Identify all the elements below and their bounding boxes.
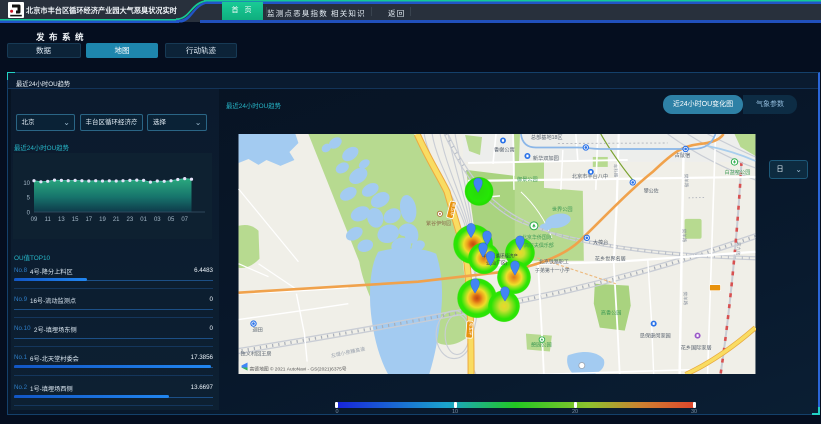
svg-text:北京铁路职工: 北京铁路职工 (539, 258, 569, 265)
svg-text:迴田: 迴田 (253, 325, 263, 333)
svg-text:高香公园: 高香公园 (601, 308, 622, 316)
svg-text:高德地图 © 2021 AutoNavi - GS(2021: 高德地图 © 2021 AutoNavi - GS(2021)6375号 (250, 365, 347, 372)
svg-text:御景公园: 御景公园 (517, 174, 538, 182)
svg-text:白盆窑公园: 白盆窑公园 (725, 167, 751, 175)
svg-text:总部基地18区: 总部基地18区 (531, 134, 563, 141)
svg-text:13: 13 (58, 217, 65, 223)
svg-text:新华双加园: 新华双加园 (533, 153, 559, 161)
svg-text:15: 15 (72, 217, 79, 223)
svg-text:香榭公寓: 香榭公寓 (494, 145, 515, 153)
svg-text:子弟第十一小学: 子弟第十一小学 (535, 267, 570, 274)
svg-text:独义村回王房: 独义村回王房 (241, 349, 272, 357)
svg-text:05: 05 (168, 217, 175, 223)
svg-text:花乡国际家居: 花乡国际家居 (681, 343, 712, 351)
svg-text:占鼠宿: 占鼠宿 (675, 150, 691, 158)
svg-text:21: 21 (113, 217, 120, 223)
svg-text:恳保康闵家园: 恳保康闵家园 (640, 331, 671, 339)
svg-text:高尔夫俱乐部: 高尔夫俱乐部 (524, 241, 554, 248)
svg-text:攀公佐: 攀公佐 (644, 187, 659, 194)
svg-text:10: 10 (23, 181, 30, 187)
svg-text:0: 0 (27, 210, 31, 216)
svg-text:03: 03 (154, 217, 161, 223)
svg-text:世界公园: 世界公园 (552, 204, 573, 212)
svg-text:07: 07 (181, 217, 188, 223)
svg-text:17: 17 (85, 217, 92, 223)
svg-text:花乡世界名居: 花乡世界名居 (595, 254, 626, 262)
svg-text:23: 23 (127, 217, 134, 223)
svg-text:北京华侨国际: 北京华侨国际 (522, 233, 552, 240)
svg-text:01: 01 (140, 217, 147, 223)
svg-text:5: 5 (27, 196, 31, 202)
svg-text:19: 19 (99, 217, 106, 223)
svg-text:09: 09 (31, 217, 38, 223)
svg-text:大葆台: 大葆台 (593, 237, 609, 245)
svg-text:11: 11 (45, 217, 52, 223)
svg-text:紫谷伊甸园: 紫谷伊甸园 (426, 219, 451, 226)
